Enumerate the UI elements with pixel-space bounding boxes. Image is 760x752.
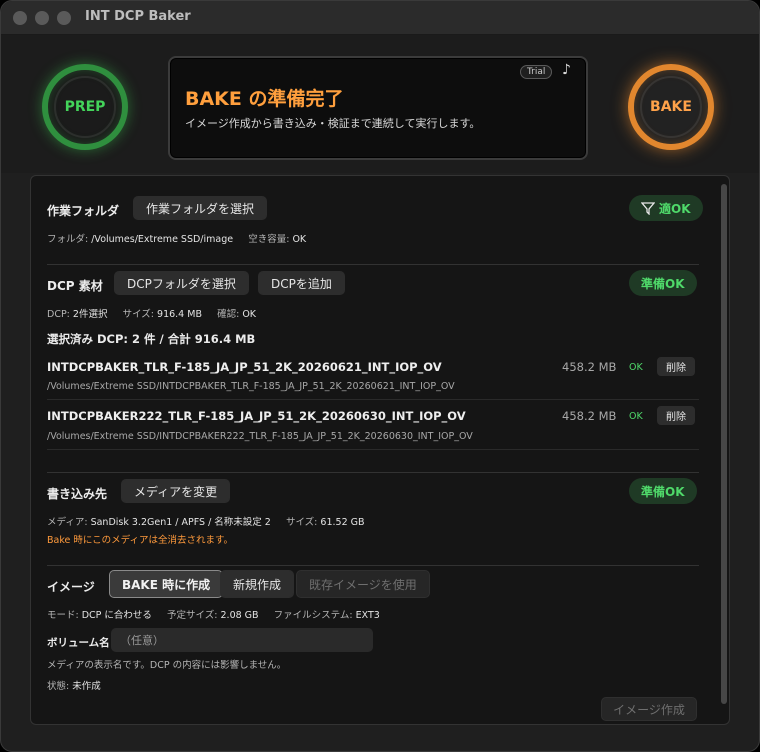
dcp-item-size: 458.2 MB bbox=[562, 360, 617, 374]
create-on-bake-option[interactable]: BAKE 時に作成 bbox=[109, 570, 224, 598]
dcp-item-size: 458.2 MB bbox=[562, 409, 617, 423]
prep-label: PREP bbox=[64, 99, 106, 115]
volume-name-label: ボリューム名 bbox=[47, 637, 110, 649]
create-image-button[interactable]: イメージ作成 bbox=[601, 697, 697, 721]
change-media-button[interactable]: メディアを変更 bbox=[121, 479, 231, 503]
dcp-item-path: /Volumes/Extreme SSD/INTDCPBAKER_TLR_F-1… bbox=[47, 381, 455, 392]
section-divider bbox=[47, 565, 699, 566]
item-divider bbox=[47, 399, 699, 400]
select-work-folder-button[interactable]: 作業フォルダを選択 bbox=[133, 196, 268, 220]
dcp-label: DCP 素材 bbox=[47, 279, 103, 293]
status-title: BAKE の準備完了 bbox=[185, 88, 344, 110]
volume-name-note: メディアの表示名です。DCP の内容には影響しません。 bbox=[47, 660, 287, 671]
bake-button[interactable]: BAKE bbox=[628, 64, 714, 150]
dcp-item-name: INTDCPBAKER222_TLR_F-185_JA_JP_51_2K_202… bbox=[47, 409, 466, 423]
prep-button[interactable]: PREP bbox=[42, 64, 128, 150]
settings-scroll-area[interactable]: 作業フォルダ 作業フォルダを選択 適OK フォルダ: /Volumes/Extr… bbox=[30, 175, 730, 725]
work-folder-meta: フォルダ: /Volumes/Extreme SSD/image 空き容量: O… bbox=[47, 234, 307, 245]
dcp-status-badge: 準備OK bbox=[629, 270, 697, 296]
minimize-window-button[interactable] bbox=[35, 11, 49, 25]
dcp-item-status: OK bbox=[629, 411, 643, 422]
titlebar: INT DCP Baker bbox=[1, 1, 759, 35]
app-window: INT DCP Baker PREP Trial ♪ BAKE の準備完了 イメ… bbox=[0, 0, 760, 752]
zoom-window-button[interactable] bbox=[57, 11, 71, 25]
dcp-item-path: /Volumes/Extreme SSD/INTDCPBAKER222_TLR_… bbox=[47, 431, 473, 442]
work-folder-status-badge: 適OK bbox=[629, 195, 703, 221]
status-subtitle: イメージ作成から書き込み・検証まで連続して実行します。 bbox=[185, 117, 481, 130]
header-area: PREP Trial ♪ BAKE の準備完了 イメージ作成から書き込み・検証ま… bbox=[1, 35, 759, 173]
dcp-item-name: INTDCPBAKER_TLR_F-185_JA_JP_51_2K_202606… bbox=[47, 360, 442, 374]
destination-meta: メディア: SanDisk 3.2Gen1 / APFS / 名称未設定 2 サ… bbox=[47, 517, 365, 528]
image-state: 状態: 未作成 bbox=[47, 681, 101, 692]
section-divider bbox=[47, 472, 699, 473]
trial-badge: Trial bbox=[520, 65, 553, 79]
image-label: イメージ bbox=[47, 580, 95, 594]
work-folder-status-text: 適OK bbox=[659, 201, 691, 216]
add-dcp-button[interactable]: DCPを追加 bbox=[258, 271, 345, 295]
music-note-icon[interactable]: ♪ bbox=[562, 62, 571, 78]
dcp-selected-summary: 選択済み DCP: 2 件 / 合計 916.4 MB bbox=[47, 332, 256, 346]
select-dcp-folder-button[interactable]: DCPフォルダを選択 bbox=[114, 271, 249, 295]
status-panel: Trial ♪ BAKE の準備完了 イメージ作成から書き込み・検証まで連続して… bbox=[168, 56, 588, 160]
dcp-item-status: OK bbox=[629, 362, 643, 373]
use-existing-image-option[interactable]: 既存イメージを使用 bbox=[296, 570, 430, 598]
delete-dcp-item-button[interactable]: 削除 bbox=[657, 357, 695, 376]
close-window-button[interactable] bbox=[13, 11, 27, 25]
delete-dcp-item-button[interactable]: 削除 bbox=[657, 406, 695, 425]
volume-name-input[interactable]: （任意） bbox=[111, 628, 373, 652]
bake-label: BAKE bbox=[650, 99, 692, 115]
scrollbar-thumb[interactable] bbox=[721, 184, 727, 704]
image-meta: モード: DCP に合わせる 予定サイズ: 2.08 GB ファイルシステム: … bbox=[47, 610, 380, 621]
item-divider bbox=[47, 449, 699, 450]
scrollbar[interactable] bbox=[719, 178, 729, 722]
work-folder-label: 作業フォルダ bbox=[47, 204, 120, 218]
destination-status-badge: 準備OK bbox=[629, 478, 697, 504]
volume-name-placeholder: （任意） bbox=[120, 634, 164, 647]
dcp-meta: DCP: 2件選択 サイズ: 916.4 MB 確認: OK bbox=[47, 309, 257, 320]
new-image-option[interactable]: 新規作成 bbox=[220, 570, 295, 598]
media-erase-warning: Bake 時にこのメディアは全消去されます。 bbox=[47, 535, 234, 546]
funnel-icon bbox=[641, 202, 655, 215]
window-title: INT DCP Baker bbox=[85, 9, 191, 24]
destination-label: 書き込み先 bbox=[47, 487, 108, 501]
section-divider bbox=[47, 264, 699, 265]
